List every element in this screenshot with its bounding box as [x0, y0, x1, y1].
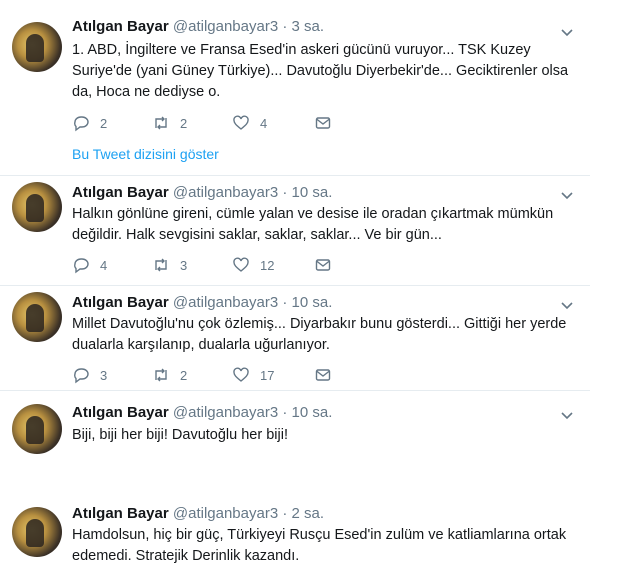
like-button[interactable]: 17: [232, 366, 274, 384]
envelope-icon: [315, 117, 331, 129]
reply-icon: [74, 368, 89, 384]
reply-button[interactable]: 2: [72, 114, 107, 132]
heart-icon: [233, 367, 249, 382]
retweet-button[interactable]: 3: [152, 256, 187, 274]
reply-icon: [74, 258, 89, 274]
retweet-count: 2: [180, 367, 188, 383]
retweet-count: 3: [180, 257, 188, 273]
tweet[interactable]: Atılgan Bayar @atilganbayar3 · 10 sa. Mi…: [0, 286, 590, 390]
separator-dot: ·: [282, 404, 288, 421]
reply-button[interactable]: 3: [72, 366, 107, 384]
author-handle[interactable]: @atilganbayar3: [173, 18, 278, 35]
tweet[interactable]: Atılgan Bayar @atilganbayar3 · 10 sa. Ha…: [0, 176, 590, 286]
author-handle[interactable]: @atilganbayar3: [173, 294, 278, 311]
retweet-button[interactable]: 2: [152, 366, 187, 384]
message-button[interactable]: [314, 256, 332, 274]
like-count: 17: [260, 367, 275, 383]
tweet-timestamp[interactable]: 10 sa.: [292, 294, 333, 311]
tweet[interactable]: Atılgan Bayar @atilganbayar3 · 10 sa. Bi…: [0, 391, 590, 461]
tweet-header: Atılgan Bayar @atilganbayar3 · 3 sa.: [72, 18, 324, 35]
tweet-text: Millet Davutoğlu'nu çok özlemiş... Diyar…: [72, 316, 567, 353]
author-name[interactable]: Atılgan Bayar: [72, 404, 169, 421]
chevron-down-icon[interactable]: [558, 187, 576, 205]
tweet-timestamp[interactable]: 3 sa.: [292, 18, 325, 35]
retweet-icon: [155, 368, 167, 382]
heart-icon: [233, 257, 249, 272]
chevron-down-icon[interactable]: [558, 407, 576, 425]
retweet-icon: [155, 116, 167, 130]
avatar[interactable]: [12, 507, 62, 557]
reply-count: 2: [100, 115, 108, 131]
tweet-text: 1. ABD, İngiltere ve Fransa Esed'in aske…: [72, 42, 569, 100]
reply-button[interactable]: 4: [72, 256, 107, 274]
reply-icon: [74, 116, 89, 132]
author-handle[interactable]: @atilganbayar3: [173, 505, 278, 522]
author-handle[interactable]: @atilganbayar3: [173, 184, 278, 201]
reply-count: 3: [100, 367, 108, 383]
retweet-button[interactable]: 2: [152, 114, 187, 132]
retweet-count: 2: [180, 115, 188, 131]
avatar[interactable]: [12, 292, 62, 342]
separator-dot: ·: [282, 505, 288, 522]
tweet-timestamp[interactable]: 10 sa.: [292, 184, 333, 201]
tweet-text: Hamdolsun, hiç bir güç, Türkiyeyi Rusçu …: [72, 527, 567, 564]
avatar[interactable]: [12, 182, 62, 232]
tweet-header: Atılgan Bayar @atilganbayar3 · 10 sa.: [72, 184, 332, 201]
tweet-header: Atılgan Bayar @atilganbayar3 · 2 sa.: [72, 505, 324, 522]
retweet-icon: [155, 258, 167, 272]
like-button[interactable]: 4: [232, 114, 267, 132]
author-handle[interactable]: @atilganbayar3: [173, 404, 278, 421]
like-count: 4: [260, 115, 268, 131]
separator-dot: ·: [282, 184, 288, 201]
heart-icon: [233, 115, 249, 130]
tweet-timestamp[interactable]: 10 sa.: [292, 404, 333, 421]
message-button[interactable]: [314, 114, 332, 132]
separator-dot: ·: [282, 294, 288, 311]
author-name[interactable]: Atılgan Bayar: [72, 18, 169, 35]
tweet-header: Atılgan Bayar @atilganbayar3 · 10 sa.: [72, 294, 332, 311]
author-name[interactable]: Atılgan Bayar: [72, 505, 169, 522]
reply-count: 4: [100, 257, 108, 273]
tweet[interactable]: Atılgan Bayar @atilganbayar3 · 2 sa. Ham…: [0, 495, 590, 580]
tweet[interactable]: Atılgan Bayar @atilganbayar3 · 3 sa. 1. …: [0, 0, 590, 175]
chevron-down-icon[interactable]: [558, 297, 576, 315]
avatar[interactable]: [12, 404, 62, 454]
tweet-timestamp[interactable]: 2 sa.: [292, 505, 325, 522]
author-name[interactable]: Atılgan Bayar: [72, 294, 169, 311]
tweet-header: Atılgan Bayar @atilganbayar3 · 10 sa.: [72, 404, 332, 421]
envelope-icon: [315, 369, 331, 381]
tweet-text: Biji, biji her biji! Davutoğlu her biji!: [72, 427, 288, 443]
message-button[interactable]: [314, 366, 332, 384]
author-name[interactable]: Atılgan Bayar: [72, 184, 169, 201]
like-count: 12: [260, 257, 275, 273]
tweet-text: Halkın gönlüne gireni, cümle yalan ve de…: [72, 206, 554, 243]
avatar[interactable]: [12, 22, 62, 72]
envelope-icon: [315, 259, 331, 271]
separator-dot: ·: [282, 18, 288, 35]
like-button[interactable]: 12: [232, 256, 274, 274]
show-thread-link[interactable]: Bu Tweet dizisini göster: [72, 146, 219, 162]
